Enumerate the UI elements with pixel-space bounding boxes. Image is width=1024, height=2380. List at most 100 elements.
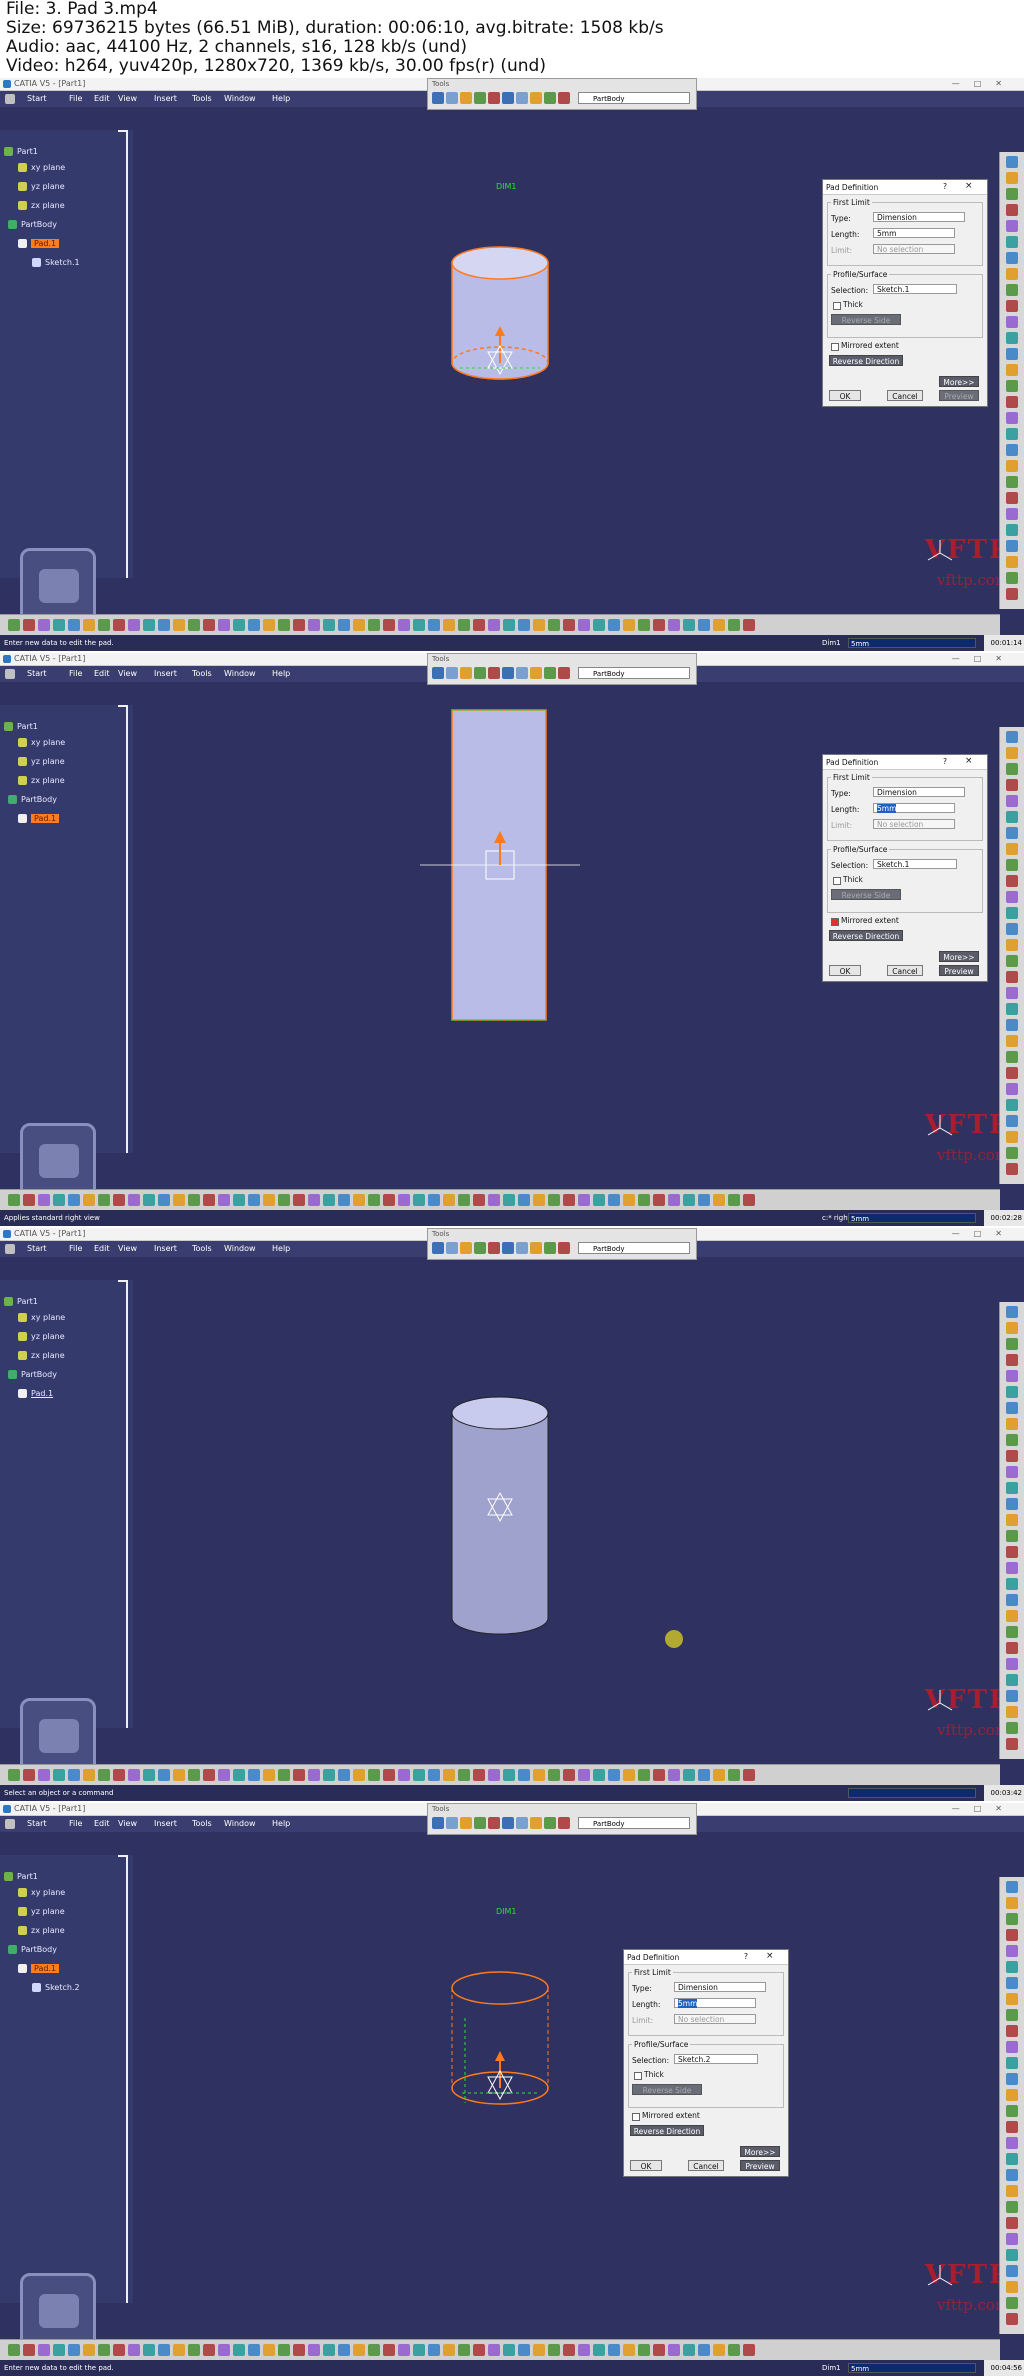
right-tool-icon[interactable] — [1006, 188, 1018, 200]
bottom-tool-icon[interactable] — [53, 1769, 65, 1781]
bottom-tool-icon[interactable] — [563, 2344, 575, 2356]
bottom-tool-icon[interactable] — [128, 619, 140, 631]
right-tool-icon[interactable] — [1006, 1562, 1018, 1574]
right-tool-icon[interactable] — [1006, 1913, 1018, 1925]
right-tool-icon[interactable] — [1006, 300, 1018, 312]
thick-checkbox[interactable] — [833, 302, 841, 310]
bottom-tool-icon[interactable] — [83, 619, 95, 631]
bottom-tool-icon[interactable] — [608, 1194, 620, 1206]
bottom-tool-icon[interactable] — [233, 2344, 245, 2356]
bottom-tool-icon[interactable] — [743, 619, 755, 631]
reverse-direction-button[interactable]: Reverse Direction — [829, 355, 903, 366]
right-tool-icon[interactable] — [1006, 2025, 1018, 2037]
right-tool-icon[interactable] — [1006, 1322, 1018, 1334]
bottom-tool-icon[interactable] — [218, 2344, 230, 2356]
preview-button[interactable]: Preview — [939, 390, 979, 401]
bottom-tool-icon[interactable] — [368, 1769, 380, 1781]
dim-value-field[interactable] — [848, 1788, 976, 1798]
right-tool-icon[interactable] — [1006, 2313, 1018, 2325]
bottom-tool-icon[interactable] — [533, 619, 545, 631]
limit-input[interactable]: No selection — [873, 244, 955, 254]
bottom-tool-icon[interactable] — [623, 1769, 635, 1781]
bottom-tool-icon[interactable] — [683, 619, 695, 631]
bottom-tool-icon[interactable] — [8, 619, 20, 631]
right-tool-icon[interactable] — [1006, 1993, 1018, 2005]
bottom-tool-icon[interactable] — [113, 1769, 125, 1781]
bottom-tool-icon[interactable] — [728, 619, 740, 631]
right-tool-icon[interactable] — [1006, 540, 1018, 552]
bottom-tool-icon[interactable] — [413, 619, 425, 631]
bottom-tool-icon[interactable] — [518, 1194, 530, 1206]
right-tool-icon[interactable] — [1006, 2041, 1018, 2053]
bottom-tool-icon[interactable] — [368, 2344, 380, 2356]
dim-value-field[interactable]: 5mm — [848, 638, 976, 648]
bottom-tool-icon[interactable] — [668, 1194, 680, 1206]
mirrored-extent-checkbox[interactable] — [831, 343, 839, 351]
bottom-tool-icon[interactable] — [383, 1194, 395, 1206]
bottom-tool-icon[interactable] — [68, 619, 80, 631]
bottom-tool-icon[interactable] — [203, 1194, 215, 1206]
dialog-help-button[interactable]: ? — [943, 182, 947, 191]
bottom-tool-icon[interactable] — [713, 619, 725, 631]
bottom-tool-icon[interactable] — [173, 1769, 185, 1781]
bottom-tool-icon[interactable] — [233, 619, 245, 631]
right-tool-icon[interactable] — [1006, 2265, 1018, 2277]
right-tool-icon[interactable] — [1006, 508, 1018, 520]
bottom-tool-icon[interactable] — [518, 2344, 530, 2356]
right-tool-icon[interactable] — [1006, 1163, 1018, 1175]
mirrored-extent-checkbox[interactable] — [632, 2113, 640, 2121]
bottom-tool-icon[interactable] — [383, 1769, 395, 1781]
right-tool-icon[interactable] — [1006, 1402, 1018, 1414]
bottom-tool-icon[interactable] — [338, 1194, 350, 1206]
right-tool-icon[interactable] — [1006, 2233, 1018, 2245]
bottom-tool-icon[interactable] — [713, 1194, 725, 1206]
right-tool-icon[interactable] — [1006, 156, 1018, 168]
bottom-tool-icon[interactable] — [593, 2344, 605, 2356]
right-tool-icon[interactable] — [1006, 811, 1018, 823]
right-tool-icon[interactable] — [1006, 268, 1018, 280]
bottom-tool-icon[interactable] — [68, 2344, 80, 2356]
type-select[interactable]: Dimension — [873, 787, 965, 797]
right-tool-icon[interactable] — [1006, 1370, 1018, 1382]
bottom-tool-icon[interactable] — [743, 1194, 755, 1206]
right-tool-icon[interactable] — [1006, 2073, 1018, 2085]
bottom-tool-icon[interactable] — [158, 1194, 170, 1206]
right-tool-icon[interactable] — [1006, 1977, 1018, 1989]
bottom-tool-icon[interactable] — [398, 619, 410, 631]
right-tool-icon[interactable] — [1006, 1003, 1018, 1015]
bottom-tool-icon[interactable] — [263, 1194, 275, 1206]
bottom-tool-icon[interactable] — [23, 1769, 35, 1781]
bottom-tool-icon[interactable] — [293, 2344, 305, 2356]
right-tool-icon[interactable] — [1006, 1450, 1018, 1462]
length-input[interactable]: 5mm — [873, 228, 955, 238]
bottom-tool-icon[interactable] — [368, 1194, 380, 1206]
bottom-tool-icon[interactable] — [473, 619, 485, 631]
right-tool-icon[interactable] — [1006, 220, 1018, 232]
bottom-tool-icon[interactable] — [8, 1769, 20, 1781]
bottom-tool-icon[interactable] — [488, 2344, 500, 2356]
bottom-tool-icon[interactable] — [113, 2344, 125, 2356]
right-tool-icon[interactable] — [1006, 1738, 1018, 1750]
bottom-tool-icon[interactable] — [398, 2344, 410, 2356]
dialog-close-button[interactable]: × — [965, 181, 973, 191]
bottom-tool-icon[interactable] — [218, 619, 230, 631]
right-tool-icon[interactable] — [1006, 1578, 1018, 1590]
bottom-tool-icon[interactable] — [128, 2344, 140, 2356]
bottom-tool-icon[interactable] — [518, 619, 530, 631]
right-tool-icon[interactable] — [1006, 1067, 1018, 1079]
dialog-close-button[interactable]: × — [766, 1951, 774, 1961]
bottom-tool-icon[interactable] — [263, 2344, 275, 2356]
ok-button[interactable]: OK — [630, 2160, 662, 2171]
right-tool-icon[interactable] — [1006, 875, 1018, 887]
right-tool-icon[interactable] — [1006, 747, 1018, 759]
bottom-tool-icon[interactable] — [293, 1194, 305, 1206]
bottom-tool-icon[interactable] — [383, 619, 395, 631]
right-tool-icon[interactable] — [1006, 1881, 1018, 1893]
bottom-tool-icon[interactable] — [608, 2344, 620, 2356]
right-tool-icon[interactable] — [1006, 2009, 1018, 2021]
bottom-tool-icon[interactable] — [98, 619, 110, 631]
bottom-tool-icon[interactable] — [323, 2344, 335, 2356]
right-tool-icon[interactable] — [1006, 763, 1018, 775]
bottom-tool-icon[interactable] — [488, 1194, 500, 1206]
more-button[interactable]: More>> — [939, 951, 979, 962]
